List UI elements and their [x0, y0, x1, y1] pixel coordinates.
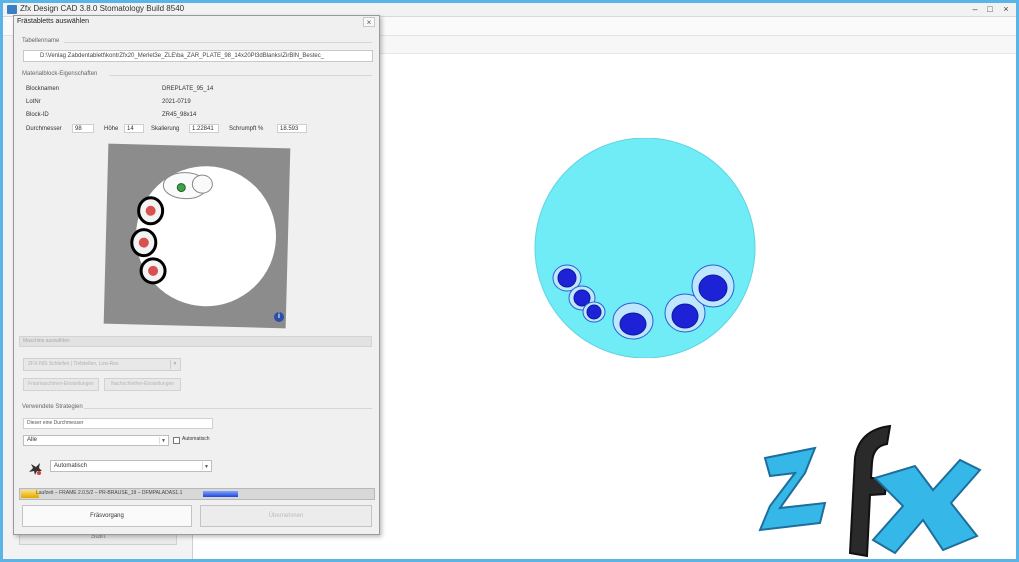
maximize-icon[interactable]: □ [983, 4, 997, 15]
auto-checkbox-label: Automatisch [182, 436, 210, 442]
secondary-progress-fill [203, 491, 238, 497]
chevron-down-icon: ▼ [202, 462, 210, 470]
lot-label: LotNr [26, 99, 41, 105]
info-icon[interactable]: i [274, 312, 284, 322]
magic-wand-icon [29, 463, 42, 475]
shrink-label: Schrumpft % [229, 126, 264, 132]
app-icon [7, 5, 17, 14]
block-name-value: DREPLATE_95_14 [162, 86, 214, 92]
close-icon[interactable]: × [363, 17, 375, 27]
mill-button[interactable]: Fräsvorgang [22, 505, 192, 527]
diameter-label: Durchmesser [26, 126, 62, 132]
milling-settings-button[interactable]: Fräsmaschinen-Einstellungen [23, 378, 99, 391]
minimize-icon[interactable]: – [968, 4, 982, 15]
progress-bar: Laufzeit – FRAME 2.0.5/2 – PR-BRAUSE_19 … [19, 488, 375, 500]
strategy-field[interactable]: Dieser eine Durchmesser [23, 418, 213, 429]
blank-3d-view[interactable] [530, 138, 770, 358]
secondary-toolbar [380, 36, 1016, 54]
regrind-settings-button[interactable]: Nachschleifen-Einstellungen [104, 378, 181, 391]
divider [84, 408, 372, 409]
strategy-section-label: Verwendete Strategien [22, 404, 83, 410]
chevron-down-icon: ▼ [170, 360, 179, 369]
machine-section-label: Maschine auswählen [19, 336, 372, 347]
shrink-value: 18.593 [277, 124, 307, 133]
divider [109, 75, 372, 76]
height-label: Höhe [104, 126, 119, 132]
file-section-label: Tabellenname [22, 38, 60, 44]
window-title: Zfx Design CAD 3.8.0 Stomatology Build 8… [20, 4, 185, 13]
scale-label: Skalierung [151, 126, 180, 132]
file-path-field[interactable]: D:\Venlag Zabdentablett\kontrZfx20_Merle… [23, 50, 373, 62]
mode-select-value: Automatisch [54, 463, 88, 469]
blank-selection-dialog: Frästabletts auswählen × Tabellenname D:… [13, 15, 380, 535]
zfx-logo [758, 424, 982, 558]
dialog-title: Frästabletts auswählen [17, 18, 89, 25]
auto-checkbox[interactable] [173, 437, 180, 444]
block-id-value: ZR45_98x14 [162, 112, 197, 118]
chevron-down-icon: ▼ [159, 437, 167, 444]
strategy-select[interactable]: Alle ▼ [23, 435, 169, 446]
machine-select[interactable]: ZFX-NIS Schleifen | Tiefstellen, Low-Res… [23, 358, 181, 371]
strategy-select-value: Alle [27, 437, 38, 443]
divider [64, 42, 372, 43]
block-name-label: Blocknamen [26, 86, 60, 92]
apply-button[interactable]: Übernehmen [200, 505, 372, 527]
machine-select-value: ZFX-NIS Schleifen | Tiefstellen, Low-Res [28, 361, 119, 367]
lot-value: 2021-0719 [162, 99, 191, 105]
close-window-icon[interactable]: × [999, 4, 1013, 15]
block-id-label: Block-ID [26, 112, 49, 118]
blank-preview[interactable] [103, 143, 291, 329]
progress-text: Laufzeit – FRAME 2.0.5/2 – PR-BRAUSE_19 … [36, 490, 183, 496]
height-value: 14 [124, 124, 144, 133]
diameter-value: 98 [72, 124, 94, 133]
scale-value: 1.22841 [189, 124, 219, 133]
mode-select[interactable]: Automatisch ▼ [50, 460, 212, 472]
props-section-label: Materialblock-Eigenschaften [22, 71, 98, 77]
